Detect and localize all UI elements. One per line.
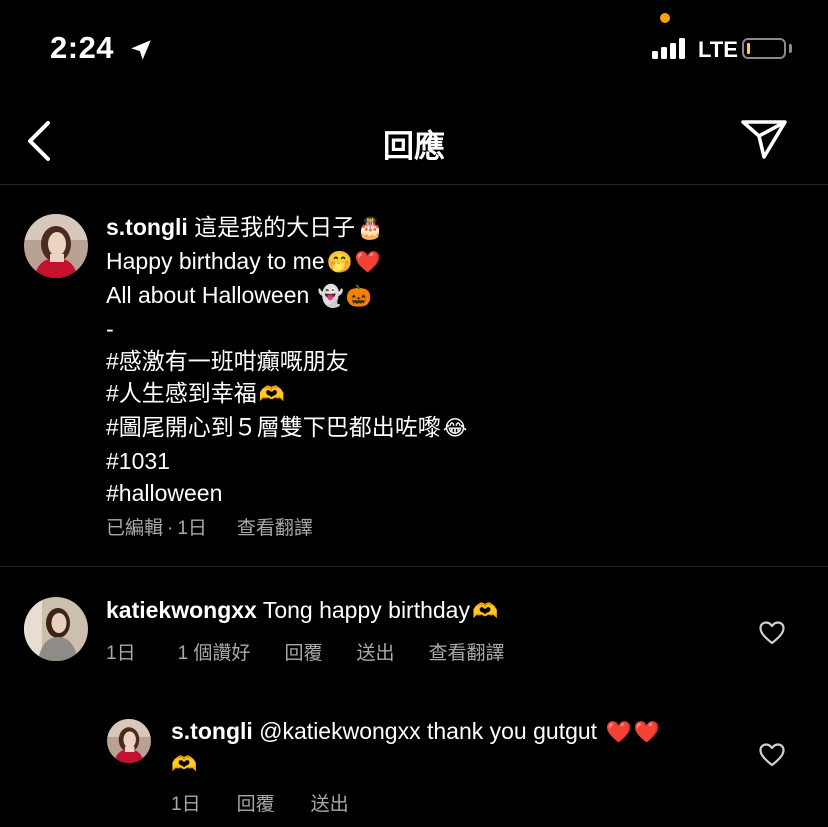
caption-text: s.tongli 這是我的大日子🎂 Happy birthday to me🤭❤… — [106, 211, 467, 509]
reply-body: @katiekwongxx thank you gutgut — [259, 718, 598, 744]
heart-hands-emoji: 🫶 — [171, 753, 198, 776]
caption-line: All about Halloween — [106, 282, 310, 308]
comment-likes-count[interactable]: 1 個讚好 — [178, 643, 251, 664]
reply-button[interactable]: 回覆 — [284, 643, 322, 664]
reply-actions: 1日 回覆 送出 — [171, 789, 379, 816]
comment-text: katiekwongxx Tong happy birthday🫶 — [106, 595, 498, 627]
reply-username[interactable]: s.tongli — [171, 718, 253, 744]
share-paper-plane-icon[interactable] — [740, 118, 788, 160]
battery-level — [747, 43, 750, 54]
caption-divider — [0, 566, 828, 567]
hand-over-mouth-emoji: 🤭 — [326, 251, 353, 274]
privacy-indicator-dot — [660, 13, 670, 23]
see-translation-link[interactable]: 查看翻譯 — [428, 643, 504, 664]
status-time: 2:24 — [50, 30, 115, 65]
see-translation-link[interactable]: 查看翻譯 — [237, 518, 313, 539]
send-button[interactable]: 送出 — [311, 794, 349, 815]
location-arrow-icon — [131, 40, 151, 60]
red-heart-emoji: ❤️ — [605, 721, 632, 744]
caption-hashtag[interactable]: #人生感到幸福 — [106, 380, 257, 406]
caption-hashtag[interactable]: #感激有一班咁癲嘅朋友 — [106, 345, 467, 377]
comment-actions: 1日 1 個讚好 回覆 送出 查看翻譯 — [106, 638, 534, 665]
meta-separator: · — [167, 518, 174, 539]
cake-emoji: 🎂 — [357, 217, 384, 240]
caption-username[interactable]: s.tongli — [106, 214, 188, 240]
caption-line: Happy birthday to me — [106, 248, 325, 274]
red-heart-emoji: ❤️ — [633, 721, 660, 744]
reply-age: 1日 — [171, 794, 201, 815]
comment-body: Tong happy birthday — [262, 597, 470, 623]
battery-icon — [742, 38, 786, 59]
avatar[interactable] — [24, 597, 88, 661]
reply-text: s.tongli @katiekwongxx thank you gutgut … — [171, 716, 660, 780]
avatar[interactable] — [24, 214, 88, 278]
ghost-emoji: 👻 — [317, 285, 344, 308]
header-divider — [0, 184, 828, 185]
caption-meta: 已編輯 · 1日 查看翻譯 — [106, 513, 343, 540]
like-heart-icon[interactable] — [759, 743, 785, 767]
heart-hands-emoji: 🫶 — [471, 600, 499, 623]
caption-hashtag[interactable]: #1031 — [106, 445, 467, 477]
caption-first-line: 這是我的大日子 — [194, 214, 356, 240]
caption-line: - — [106, 316, 114, 342]
tears-of-joy-emoji: 😂 — [442, 417, 468, 440]
comment-username[interactable]: katiekwongxx — [106, 597, 257, 623]
caption-age: 1日 — [177, 518, 207, 539]
signal-icon — [652, 38, 685, 59]
page-title: 回應 — [383, 129, 445, 164]
network-label: LTE — [698, 37, 738, 62]
reply-button[interactable]: 回覆 — [237, 794, 275, 815]
pumpkin-emoji: 🎃 — [345, 285, 372, 308]
avatar[interactable] — [107, 719, 151, 763]
caption-hashtag[interactable]: #halloween — [106, 477, 467, 509]
caption-hashtag[interactable]: #圖尾開心到５層雙下巴都出咗嚟 — [106, 414, 441, 440]
edited-label: 已編輯 — [106, 518, 164, 539]
like-heart-icon[interactable] — [759, 621, 785, 645]
send-button[interactable]: 送出 — [356, 643, 394, 664]
comment-age: 1日 — [106, 643, 136, 664]
heart-hands-emoji: 🫶 — [258, 383, 285, 406]
red-heart-emoji: ❤️ — [354, 251, 381, 274]
battery-tip — [789, 44, 792, 53]
